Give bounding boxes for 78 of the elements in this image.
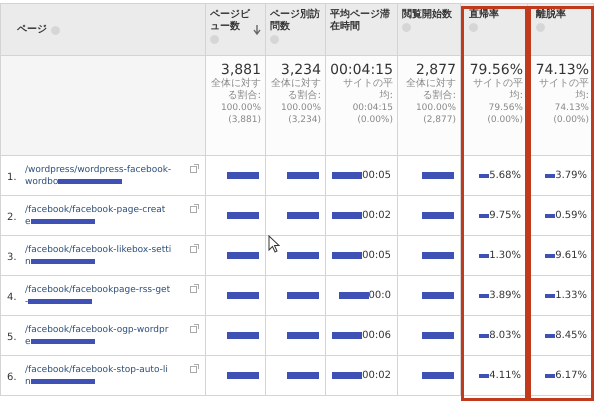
summary-note: 全体に対する割合: <box>270 78 321 102</box>
summary-share: 100.00% <box>220 102 261 114</box>
cell-value: 8.45% <box>555 330 587 342</box>
cell-value: 3.79% <box>555 170 587 182</box>
cell-value: 00:02 <box>362 210 391 222</box>
cell-value: 0.59% <box>555 210 587 222</box>
row-number: 2. <box>7 210 18 224</box>
summary-note: サイトの平均: <box>342 78 393 102</box>
summary-note: 全体に対する割合: <box>405 78 456 102</box>
redaction-bar <box>30 219 95 224</box>
external-link-icon[interactable] <box>190 204 199 212</box>
summary-value: 00:04:15 <box>330 62 393 78</box>
summary-value: 3,234 <box>280 62 321 78</box>
column-header[interactable]: 直帰率 <box>469 9 523 21</box>
external-link-icon[interactable] <box>190 324 199 332</box>
cell-value: 9.75% <box>489 210 521 222</box>
column-header[interactable]: 離脱率 <box>536 9 589 21</box>
summary-share: 100.00% <box>414 102 456 114</box>
row-number: 6. <box>7 370 18 384</box>
summary-share: 00:04:15 <box>352 102 393 114</box>
row-number: 5. <box>7 330 18 344</box>
redaction-bar <box>30 339 95 344</box>
summary-share: 79.56% <box>488 102 523 114</box>
cell-value: 00:0 <box>368 290 391 302</box>
summary-value: 79.56% <box>468 62 523 78</box>
summary-total: (0.00%) <box>356 114 393 126</box>
redaction-bar <box>30 379 95 384</box>
redaction-bar <box>58 179 122 184</box>
page-link[interactable]: /facebook/facebook-ogp-wordpr <box>25 324 186 336</box>
cell-value: 9.61% <box>555 250 587 262</box>
summary-note: 全体に対する割合: <box>210 78 261 102</box>
row-number: 3. <box>7 250 18 264</box>
page-link[interactable]: /facebook/facebookpage-rss-get <box>25 284 186 296</box>
cell-value: 4.11% <box>489 370 521 382</box>
summary-total: (3,234) <box>287 114 321 126</box>
column-header[interactable]: 閲覧開始数 <box>402 9 456 21</box>
summary-note: サイトの平均: <box>538 78 589 102</box>
cell-value: 1.33% <box>555 290 587 302</box>
external-link-icon[interactable] <box>190 364 199 372</box>
redaction-bar <box>28 299 92 304</box>
external-link-icon[interactable] <box>190 244 199 252</box>
summary-share: 100.00% <box>280 102 321 114</box>
page-link[interactable]: /facebook/facebook-page-creat <box>25 204 186 216</box>
cell-value: 6.17% <box>555 370 587 382</box>
summary-note: サイトの平均: <box>472 78 523 102</box>
page-link[interactable]: wordbo <box>25 176 58 188</box>
summary-value: 3,881 <box>220 62 261 78</box>
summary-total: (0.00%) <box>552 114 589 126</box>
summary-total: (0.00%) <box>486 114 523 126</box>
sort-arrow-icon[interactable] <box>253 25 261 35</box>
summary-total: (3,881) <box>227 114 261 126</box>
cell-value: 00:05 <box>362 170 391 182</box>
page-link[interactable]: e <box>25 336 31 348</box>
page-link[interactable]: /facebook/facebook-likebox-setti <box>25 244 186 256</box>
redaction-bar <box>30 259 95 264</box>
column-header[interactable]: ページ <box>17 24 47 36</box>
row-number: 4. <box>7 290 18 304</box>
row-number: 1. <box>7 170 18 184</box>
cell-value: 5.68% <box>489 170 521 182</box>
page-link[interactable]: /facebook/facebook-stop-auto-li <box>25 364 186 376</box>
cell-value: 8.03% <box>489 330 521 342</box>
page-link[interactable]: /wordpress/wordpress-facebook- <box>25 164 186 176</box>
page-link[interactable]: e <box>25 216 31 228</box>
external-link-icon[interactable] <box>190 164 199 172</box>
summary-value: 2,877 <box>414 62 456 78</box>
page-link[interactable]: - <box>25 296 28 308</box>
cell-value: 00:06 <box>362 330 391 342</box>
external-link-icon[interactable] <box>190 284 199 292</box>
page-link[interactable]: n <box>25 256 31 268</box>
page-link[interactable]: n <box>25 376 31 388</box>
summary-value: 74.13% <box>534 62 589 78</box>
cell-value: 3.89% <box>489 290 521 302</box>
cursor-icon <box>268 235 280 253</box>
cell-value: 1.30% <box>489 250 521 262</box>
cell-value: 00:02 <box>362 370 391 382</box>
summary-total: (2,877) <box>422 114 456 126</box>
summary-share: 74.13% <box>554 102 589 114</box>
cell-value: 00:05 <box>362 250 391 262</box>
